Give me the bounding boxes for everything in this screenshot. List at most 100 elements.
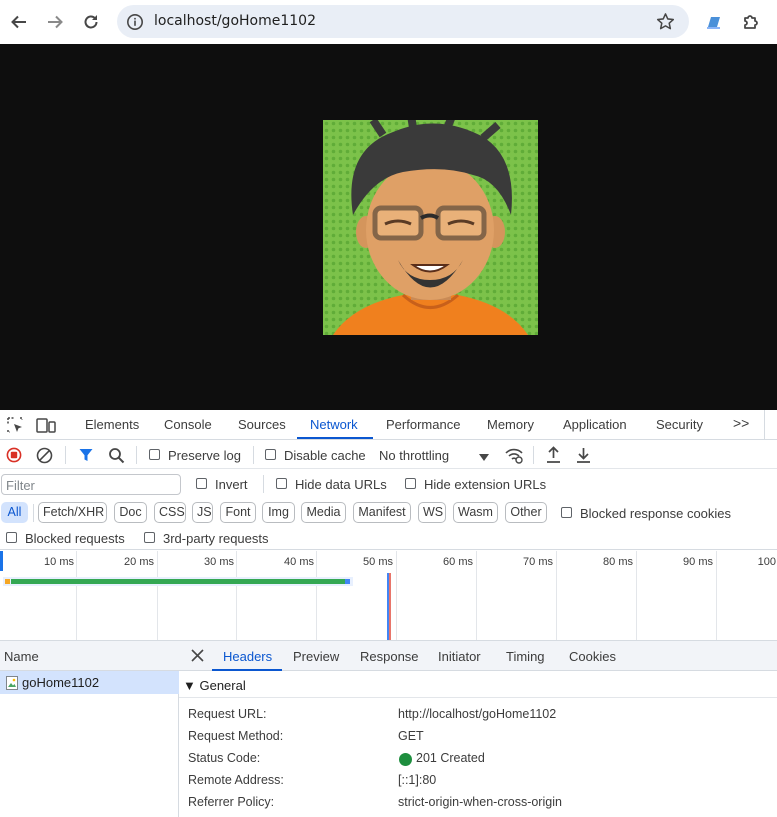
tab-network[interactable]: Network bbox=[310, 417, 358, 432]
tab-memory[interactable]: Memory bbox=[487, 417, 534, 432]
type-filter-all[interactable]: All bbox=[1, 502, 28, 523]
dropdown-arrow-icon[interactable] bbox=[479, 451, 489, 465]
details-tab-cookies[interactable]: Cookies bbox=[569, 649, 616, 664]
search-icon[interactable] bbox=[108, 447, 125, 467]
timeline-gridline bbox=[476, 551, 477, 640]
status-dot-icon bbox=[399, 753, 412, 766]
field-key-remote-address: Remote Address: bbox=[188, 773, 284, 787]
type-filter-img[interactable]: Img bbox=[262, 502, 295, 523]
back-arrow-icon[interactable] bbox=[7, 10, 31, 34]
inspect-element-icon[interactable] bbox=[6, 416, 24, 437]
type-filter-manifest[interactable]: Manifest bbox=[353, 502, 411, 523]
details-tab-timing[interactable]: Timing bbox=[506, 649, 545, 664]
tab-elements[interactable]: Elements bbox=[85, 417, 139, 432]
timeline-gridline bbox=[636, 551, 637, 640]
hide-extension-urls-label: Hide extension URLs bbox=[424, 477, 547, 492]
general-section-header[interactable]: ▼ General bbox=[179, 672, 777, 698]
field-value-request-method: GET bbox=[398, 729, 424, 743]
blocked-row: Blocked requests 3rd-party requests bbox=[0, 526, 777, 550]
star-icon[interactable] bbox=[656, 12, 675, 34]
request-list-header: Name bbox=[0, 641, 179, 671]
record-icon[interactable] bbox=[6, 447, 22, 466]
close-icon[interactable] bbox=[191, 649, 204, 665]
details-active-indicator bbox=[212, 669, 282, 671]
import-har-icon[interactable] bbox=[545, 446, 562, 467]
type-filter-doc[interactable]: Doc bbox=[114, 502, 147, 523]
general-section-title: ▼ General bbox=[183, 678, 246, 693]
blocked-response-cookies-checkbox[interactable] bbox=[561, 507, 572, 518]
details-tab-response[interactable]: Response bbox=[360, 649, 419, 664]
hide-extension-urls-checkbox[interactable] bbox=[405, 478, 416, 489]
field-value-status-code: 201 Created bbox=[416, 751, 485, 765]
type-filter-wasm[interactable]: Wasm bbox=[453, 502, 498, 523]
timeline-tick: 80 ms bbox=[603, 556, 633, 568]
forward-arrow-icon[interactable] bbox=[43, 10, 67, 34]
type-filter-css[interactable]: CSS bbox=[154, 502, 186, 523]
puzzle-icon[interactable] bbox=[739, 10, 763, 34]
hide-data-urls-checkbox[interactable] bbox=[276, 478, 287, 489]
type-filter-media[interactable]: Media bbox=[301, 502, 346, 523]
tab-application[interactable]: Application bbox=[563, 417, 627, 432]
clear-icon[interactable] bbox=[36, 447, 53, 467]
timeline-gridline bbox=[396, 551, 397, 640]
image-file-icon bbox=[6, 676, 18, 693]
throttling-select[interactable]: No throttling bbox=[379, 448, 449, 463]
toolbar-separator bbox=[136, 446, 137, 464]
type-filter-js[interactable]: JS bbox=[192, 502, 213, 523]
extension-icon[interactable] bbox=[702, 10, 726, 34]
tab-sources[interactable]: Sources bbox=[238, 417, 286, 432]
tab-performance[interactable]: Performance bbox=[386, 417, 460, 432]
type-filter-fetch-xhr[interactable]: Fetch/XHR bbox=[38, 502, 107, 523]
disable-cache-label: Disable cache bbox=[284, 448, 366, 463]
details-tab-initiator[interactable]: Initiator bbox=[438, 649, 481, 664]
timeline-tick: 90 ms bbox=[683, 556, 713, 568]
blocked-requests-checkbox[interactable] bbox=[6, 532, 17, 543]
type-separator bbox=[33, 504, 34, 522]
type-filter-row: All Fetch/XHR Doc CSS JS Font Img Media … bbox=[0, 498, 777, 526]
more-tabs-icon[interactable]: >> bbox=[733, 415, 749, 431]
network-conditions-icon[interactable] bbox=[504, 446, 524, 467]
timeline-overview[interactable]: 10 ms 20 ms 30 ms 40 ms 50 ms 60 ms 70 m… bbox=[0, 551, 777, 640]
preserve-log-label: Preserve log bbox=[168, 448, 241, 463]
invert-label: Invert bbox=[215, 477, 248, 492]
timeline-gridline bbox=[76, 551, 77, 640]
active-tab-indicator bbox=[297, 437, 373, 439]
request-details: Headers Preview Response Initiator Timin… bbox=[179, 641, 777, 817]
field-key-request-url: Request URL: bbox=[188, 707, 267, 721]
type-filter-other[interactable]: Other bbox=[505, 502, 547, 523]
tab-security[interactable]: Security bbox=[656, 417, 703, 432]
field-key-status-code: Status Code: bbox=[188, 751, 261, 765]
details-tab-preview[interactable]: Preview bbox=[293, 649, 339, 664]
timeline-tick: 10 ms bbox=[44, 556, 74, 568]
table-row[interactable]: goHome1102 bbox=[0, 671, 179, 694]
filter-input[interactable]: Filter bbox=[1, 474, 181, 495]
devtools-tab-strip: Elements Console Sources Network Perform… bbox=[0, 410, 777, 440]
field-key-request-method: Request Method: bbox=[188, 729, 284, 743]
address-bar[interactable]: localhost/goHome1102 bbox=[117, 5, 689, 38]
invert-checkbox[interactable] bbox=[196, 478, 207, 489]
type-filter-ws[interactable]: WS bbox=[418, 502, 446, 523]
third-party-requests-checkbox[interactable] bbox=[144, 532, 155, 543]
load-event-line bbox=[389, 573, 391, 640]
page-viewport bbox=[0, 44, 777, 410]
type-filter-font[interactable]: Font bbox=[220, 502, 256, 523]
preserve-log-checkbox[interactable] bbox=[149, 449, 160, 460]
disable-cache-checkbox[interactable] bbox=[265, 449, 276, 460]
info-icon[interactable] bbox=[126, 13, 144, 34]
tab-console[interactable]: Console bbox=[164, 417, 212, 432]
request-bar-waiting bbox=[11, 579, 345, 584]
browser-toolbar: localhost/goHome1102 bbox=[0, 0, 777, 44]
column-header-name[interactable]: Name bbox=[4, 649, 39, 664]
toolbar-separator bbox=[65, 446, 66, 464]
third-party-requests-label: 3rd-party requests bbox=[163, 531, 269, 546]
hide-data-urls-label: Hide data URLs bbox=[295, 477, 387, 492]
details-tab-headers[interactable]: Headers bbox=[223, 649, 272, 664]
timeline-selection-handle[interactable] bbox=[0, 551, 3, 571]
field-key-referrer-policy: Referrer Policy: bbox=[188, 795, 275, 809]
export-har-icon[interactable] bbox=[575, 446, 592, 467]
device-toolbar-icon[interactable] bbox=[36, 416, 56, 437]
filter-funnel-icon[interactable] bbox=[78, 447, 94, 466]
reload-icon[interactable] bbox=[79, 10, 103, 34]
url-text: localhost/goHome1102 bbox=[154, 13, 316, 29]
timeline-gridline bbox=[236, 551, 237, 640]
